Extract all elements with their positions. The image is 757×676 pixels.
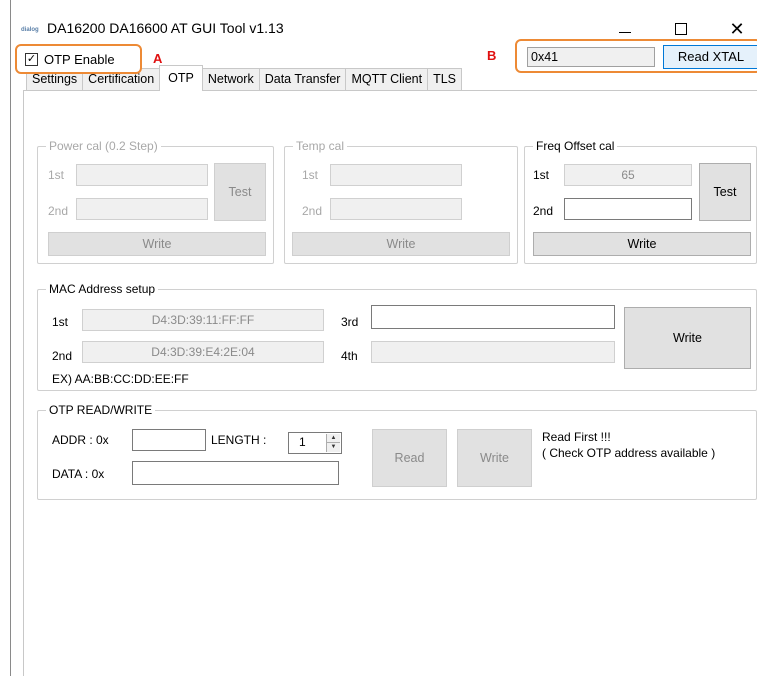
mac-4th-label: 4th — [341, 349, 358, 363]
mac-example-text: EX) AA:BB:CC:DD:EE:FF — [52, 372, 189, 386]
tab-mqtt-client[interactable]: MQTT Client — [345, 68, 429, 90]
otp-rw-title: OTP READ/WRITE — [46, 403, 156, 417]
checkmark-icon: ✓ — [26, 53, 37, 65]
otp-length-label: LENGTH : — [211, 433, 267, 447]
otp-note-line1: Read First !!! — [542, 430, 611, 444]
mac-3rd-input[interactable] — [371, 305, 615, 329]
mac-write-button[interactable]: Write — [624, 307, 751, 369]
otp-enable-label: OTP Enable — [44, 52, 115, 67]
power-cal-2nd-input[interactable] — [76, 198, 208, 220]
power-cal-2nd-label: 2nd — [48, 204, 69, 218]
otp-enable-checkbox[interactable]: ✓ — [25, 53, 38, 66]
power-cal-1st-label: 1st — [48, 168, 65, 182]
temp-cal-1st-label: 1st — [302, 168, 319, 182]
minimize-icon — [619, 31, 631, 33]
mac-3rd-label: 3rd — [341, 315, 359, 329]
freq-offset-cal-title: Freq Offset cal — [533, 139, 618, 153]
temp-cal-title: Temp cal — [293, 139, 348, 153]
otp-data-input[interactable] — [132, 461, 339, 485]
temp-cal-1st-input[interactable] — [330, 164, 462, 186]
otp-addr-label: ADDR : 0x — [52, 433, 109, 447]
temp-cal-2nd-label: 2nd — [302, 204, 323, 218]
power-cal-test-button[interactable]: Test — [214, 163, 266, 221]
otp-length-spinner[interactable]: 1 ▲ ▼ — [288, 432, 342, 454]
otp-data-label: DATA : 0x — [52, 467, 105, 481]
window-title: DA16200 DA16600 AT GUI Tool v1.13 — [47, 20, 284, 36]
freq-offset-2nd-label: 2nd — [533, 204, 554, 218]
read-xtal-button[interactable]: Read XTAL — [663, 45, 757, 69]
mac-2nd-field[interactable]: D4:3D:39:E4:2E:04 — [82, 341, 324, 363]
temp-cal-write-button[interactable]: Write — [292, 232, 510, 256]
freq-offset-1st-label: 1st — [533, 168, 550, 182]
power-cal-write-button[interactable]: Write — [48, 232, 266, 256]
freq-offset-1st-field[interactable]: 65 — [564, 164, 692, 186]
otp-note-line2: ( Check OTP address available ) — [542, 446, 716, 460]
mac-4th-field[interactable] — [371, 341, 615, 363]
tab-data-transfer[interactable]: Data Transfer — [258, 68, 347, 90]
annotation-marker-b: B — [487, 48, 497, 63]
mac-setup-title: MAC Address setup — [46, 282, 159, 296]
freq-offset-test-button[interactable]: Test — [699, 163, 751, 221]
mac-1st-field[interactable]: D4:3D:39:11:FF:FF — [82, 309, 324, 331]
xtal-value-field[interactable]: 0x41 — [527, 47, 655, 67]
spin-down-icon[interactable]: ▼ — [327, 443, 340, 452]
temp-cal-2nd-input[interactable] — [330, 198, 462, 220]
maximize-icon — [675, 23, 687, 35]
otp-enable-highlight: ✓ OTP Enable — [15, 44, 142, 74]
otp-length-value: 1 — [299, 435, 306, 449]
close-icon: ✕ — [729, 18, 745, 39]
mac-2nd-label: 2nd — [52, 349, 73, 363]
tab-otp[interactable]: OTP — [159, 65, 203, 91]
power-cal-title: Power cal (0.2 Step) — [46, 139, 161, 153]
otp-write-button[interactable]: Write — [457, 429, 532, 487]
annotation-marker-a: A — [153, 51, 163, 66]
app-logo-icon: dialog — [21, 27, 39, 33]
power-cal-1st-input[interactable] — [76, 164, 208, 186]
read-xtal-highlight: 0x41 Read XTAL — [515, 39, 757, 73]
freq-offset-2nd-input[interactable] — [564, 198, 692, 220]
otp-addr-input[interactable] — [132, 429, 206, 451]
tab-network[interactable]: Network — [201, 68, 260, 90]
otp-length-spin-buttons: ▲ ▼ — [326, 434, 340, 452]
freq-offset-write-button[interactable]: Write — [533, 232, 751, 256]
mac-1st-label: 1st — [52, 315, 69, 329]
otp-read-button[interactable]: Read — [372, 429, 447, 487]
spin-up-icon[interactable]: ▲ — [327, 434, 340, 443]
tab-tls[interactable]: TLS — [427, 68, 463, 90]
